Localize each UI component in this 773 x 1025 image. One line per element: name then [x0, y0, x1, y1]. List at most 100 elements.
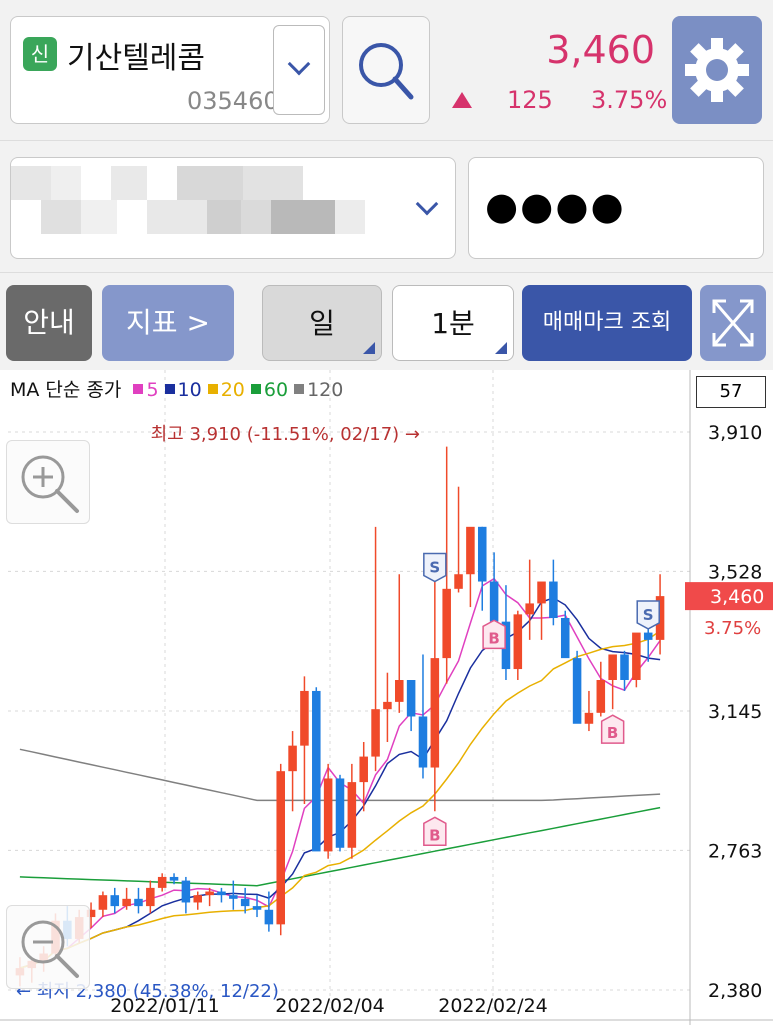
trade-mark-b[interactable]: B	[423, 816, 447, 847]
candle-body	[169, 876, 179, 881]
stock-code: 035460	[187, 87, 279, 115]
candle-body	[418, 716, 428, 768]
candle-body	[643, 632, 653, 640]
current-price: 3,460	[546, 28, 655, 72]
candle-body	[98, 895, 108, 910]
y-tick-label: 2,380	[708, 980, 762, 1002]
candle-body	[110, 895, 120, 907]
new-listing-badge: 신	[23, 37, 57, 71]
guide-button[interactable]: 안내	[6, 285, 92, 361]
svg-text:B: B	[429, 826, 440, 844]
trade-mark-b[interactable]: B	[482, 619, 506, 650]
candle-body	[477, 526, 487, 582]
chart-toolbar: 안내 지표 > 일 1분 매매마크 조회	[0, 272, 773, 370]
stock-selector[interactable]: 신 기산텔레콤 035460	[10, 16, 330, 124]
candle-body	[371, 709, 380, 757]
candle-body	[335, 778, 345, 848]
dropdown-corner-icon	[495, 342, 507, 354]
trade-mark-s[interactable]: S	[636, 600, 660, 630]
password-field[interactable]: ●●●●	[468, 157, 764, 259]
candle-body	[122, 898, 131, 907]
stock-name: 기산텔레콤	[67, 41, 205, 76]
candlestick-chart[interactable]: 3,9103,5283,1452,7632,3802022/01/11 2022/…	[0, 370, 773, 1025]
candle-body	[276, 771, 285, 925]
legend-label: 60	[263, 379, 289, 401]
candle-body	[181, 880, 191, 903]
x-tick-label: 2022/02/24	[438, 995, 548, 1017]
svg-text:B: B	[488, 629, 499, 647]
candle-body	[229, 895, 238, 899]
candle-body	[513, 614, 523, 670]
interval-select[interactable]: 1분	[392, 285, 514, 361]
candle-body	[146, 887, 155, 907]
trade-mark-b[interactable]: B	[600, 714, 625, 744]
zoom-in-button[interactable]	[6, 440, 90, 524]
current-change-label: 3.75%	[704, 618, 761, 639]
zoom-out-button[interactable]	[6, 905, 90, 989]
candle-body	[466, 526, 475, 575]
y-tick-label: 3,145	[708, 701, 762, 723]
password-dots: ●●●●	[485, 184, 626, 228]
legend-label: 5	[146, 379, 159, 401]
chevron-down-icon	[287, 52, 311, 76]
y-tick-label: 3,528	[708, 561, 762, 583]
zoom-out-icon	[21, 920, 79, 978]
period-select[interactable]: 일	[262, 285, 382, 361]
candle-body	[240, 898, 250, 907]
indicator-button[interactable]: 지표 >	[102, 285, 234, 361]
candle-body	[134, 898, 143, 907]
legend-label: 20	[220, 379, 245, 401]
candle-body	[596, 680, 606, 713]
candle-body	[205, 891, 214, 896]
interval-label: 1분	[431, 307, 475, 340]
candle-count-box[interactable]: 57	[696, 376, 766, 408]
candle-body	[584, 712, 594, 724]
blurred-account-number	[11, 158, 455, 258]
legend-swatch	[133, 384, 144, 394]
candle-body	[572, 658, 582, 724]
candle-body	[442, 588, 451, 659]
candle-body	[300, 690, 309, 746]
candle-body	[608, 654, 617, 680]
search-button[interactable]	[342, 16, 430, 124]
candle-body	[383, 701, 392, 710]
candle-body	[288, 745, 297, 772]
account-row: ●●●●	[0, 140, 773, 272]
search-icon	[359, 43, 414, 100]
trade-mark-s[interactable]: S	[423, 552, 447, 583]
candle-body	[406, 680, 416, 717]
legend-swatch	[164, 384, 175, 394]
period-label: 일	[309, 307, 335, 340]
candle-body	[620, 654, 629, 680]
candle-body	[252, 906, 262, 910]
candle-body	[395, 680, 404, 702]
price-change: 125	[507, 86, 553, 114]
y-tick-label: 3,910	[708, 422, 762, 444]
svg-text:S: S	[643, 606, 654, 624]
candle-body	[193, 895, 203, 903]
settings-button[interactable]	[672, 16, 762, 124]
stock-dropdown-button[interactable]	[273, 25, 325, 115]
y-tick-label: 2,763	[708, 840, 762, 862]
candle-body	[157, 876, 167, 888]
high-annotation: 최고 3,910 (-11.51%, 02/17) →	[151, 424, 420, 445]
account-selector[interactable]	[10, 157, 456, 259]
zoom-in-icon	[21, 455, 79, 513]
candle-body	[549, 581, 558, 618]
ma-legend: MA 단순 종가 5 10 20 60 120	[10, 375, 343, 402]
trade-mark-button[interactable]: 매매마크 조회	[522, 285, 692, 361]
svg-text:B: B	[607, 724, 618, 742]
legend-label: 120	[307, 379, 344, 401]
candle-body	[632, 632, 641, 680]
candle-body	[347, 782, 357, 848]
candle-body	[323, 778, 333, 852]
candle-body	[454, 574, 463, 589]
gear-icon	[685, 38, 749, 102]
current-price-label: 3,460	[710, 586, 764, 608]
legend-swatch	[250, 384, 261, 394]
candle-body	[489, 581, 499, 622]
expand-button[interactable]	[700, 285, 766, 361]
candle-body	[537, 581, 546, 604]
price-change-percent: 3.75%	[591, 86, 668, 114]
up-arrow-icon	[452, 92, 472, 108]
